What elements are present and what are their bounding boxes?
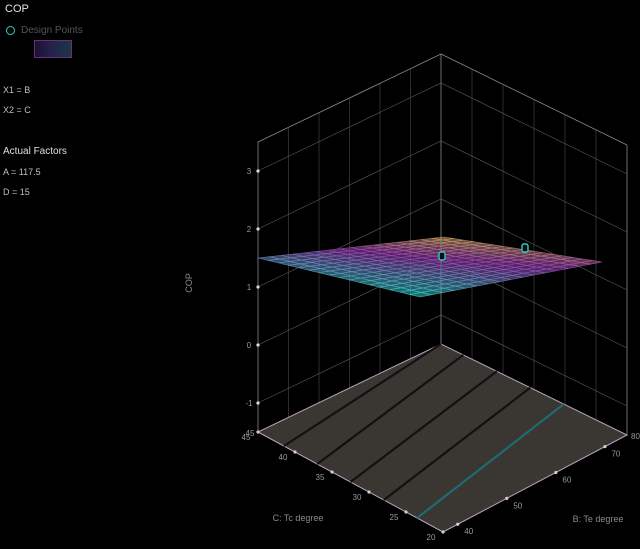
x-axis-label: C: Tc degree xyxy=(273,513,324,523)
b-tick-dot xyxy=(603,445,607,449)
c-tick-label: 30 xyxy=(353,493,362,502)
z-tick-label: 3 xyxy=(247,167,252,176)
c-tick-label: 20 xyxy=(427,533,436,542)
response-surface xyxy=(257,236,603,298)
z-tick-label: -1 xyxy=(245,399,253,408)
c-tick-label: 40 xyxy=(279,453,288,462)
b-tick-dot xyxy=(554,470,558,475)
floor-plane xyxy=(256,343,629,533)
corner-label-right: 80 xyxy=(631,432,640,441)
chart-canvas: COP Design Points X1 = B X2 = C Actual F… xyxy=(0,0,640,549)
z-tick-label: 0 xyxy=(247,341,252,350)
b-tick-label: 70 xyxy=(611,450,620,459)
corner-label-left: 45 xyxy=(246,429,255,438)
z-tick-label: 1 xyxy=(247,283,252,292)
c-tick-dot xyxy=(293,450,297,454)
z-tick-dot xyxy=(256,285,260,289)
wall-grid-z xyxy=(257,140,628,233)
z-tick-dot xyxy=(256,343,260,347)
c-tick-label: 25 xyxy=(390,513,399,522)
b-tick-dot xyxy=(456,522,460,526)
z-tick-dot xyxy=(256,227,260,231)
z-tick-label: 2 xyxy=(247,225,252,234)
design-point xyxy=(438,251,446,261)
surface-plot: -10123COP4540353025204050607045 80C: Tc d… xyxy=(184,53,640,542)
c-tick-dot xyxy=(256,430,260,434)
contour-floor xyxy=(256,343,629,533)
b-tick-label: 40 xyxy=(464,527,473,536)
b-tick-dot xyxy=(505,496,509,500)
c-tick-label: 35 xyxy=(316,473,325,482)
z-axis-label: COP xyxy=(184,273,194,293)
c-tick-dot xyxy=(330,470,334,474)
y-axis-label: B: Te degree xyxy=(573,514,624,524)
c-tick-dot xyxy=(441,530,445,534)
b-tick-label: 60 xyxy=(562,476,571,485)
b-tick-label: 50 xyxy=(513,501,522,510)
z-tick-dot xyxy=(256,169,260,173)
z-tick-dot xyxy=(256,401,260,405)
c-tick-dot xyxy=(404,510,408,514)
wall-grid-z xyxy=(257,82,628,175)
c-tick-dot xyxy=(367,490,371,494)
design-point xyxy=(521,243,529,253)
